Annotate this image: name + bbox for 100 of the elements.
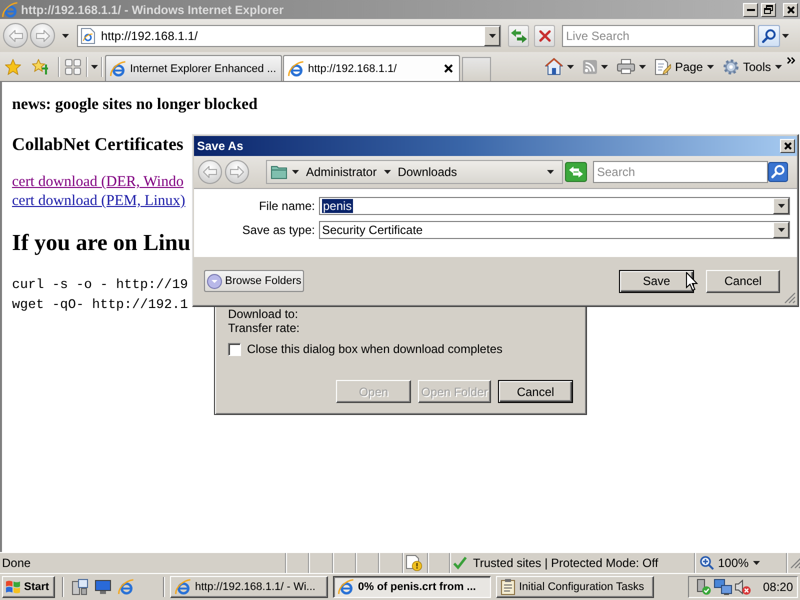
quick-tabs-button[interactable]	[63, 56, 83, 76]
home-icon	[544, 58, 563, 75]
volume-muted-icon[interactable]	[735, 579, 751, 595]
restore-icon	[764, 5, 773, 14]
status-text: Done	[1, 555, 32, 572]
close-button[interactable]	[780, 139, 795, 153]
checklist-icon	[501, 579, 515, 595]
browser-icon	[110, 60, 126, 76]
browser-tab[interactable]: http://192.168.1.1/	[283, 55, 460, 81]
caret-icon[interactable]	[547, 170, 554, 174]
stop-button[interactable]	[534, 24, 555, 46]
refresh-icon[interactable]	[565, 162, 587, 182]
device-check-icon[interactable]	[695, 579, 711, 595]
clock: 08:20	[762, 580, 793, 594]
address-field[interactable]: http://192.168.1.1/	[77, 24, 501, 46]
file-type-field[interactable]: Security Certificate	[319, 221, 790, 239]
restore-button[interactable]	[761, 2, 776, 16]
checkbox[interactable]	[228, 342, 241, 356]
field-label: Download to:	[228, 307, 298, 321]
selected-text: penis	[322, 199, 353, 213]
dialog-button[interactable]: Cancel	[706, 270, 780, 292]
taskbar-button[interactable]: Initial Configuration Tasks	[496, 576, 654, 598]
caret-icon[interactable]	[384, 170, 391, 174]
command-text: curl -s -o - http://19	[12, 277, 188, 295]
caret-icon[interactable]	[292, 170, 299, 174]
caret-icon	[90, 64, 98, 68]
caret-icon	[600, 64, 608, 68]
network-icon[interactable]	[714, 579, 732, 595]
file-name-field[interactable]: penis	[319, 197, 790, 215]
browse-folders-button[interactable]: Browse Folders	[204, 270, 304, 292]
close-button[interactable]	[783, 2, 798, 16]
dialog-button[interactable]: Save	[619, 270, 694, 292]
chevron-down-icon	[207, 274, 222, 288]
browser-icon	[175, 579, 191, 595]
checkbox-label[interactable]: Close this dialog box when download completes	[247, 342, 502, 356]
minimize-icon	[746, 8, 754, 10]
dropdown-button[interactable]	[773, 222, 789, 238]
search-icon	[762, 28, 776, 42]
command-text: wget -qO- http://192.1	[12, 297, 188, 315]
caret-icon	[706, 64, 714, 68]
page-icon	[81, 28, 95, 44]
caret-icon	[778, 228, 784, 232]
caret-icon	[775, 64, 782, 68]
close-icon	[784, 142, 792, 150]
folder-icon	[271, 165, 287, 179]
chevrons-icon[interactable]	[787, 57, 795, 64]
home-button[interactable]	[544, 56, 575, 78]
arrow-right-icon	[230, 166, 244, 178]
breadcrumb-item[interactable]: Administrator	[304, 163, 379, 181]
zoom-icon	[700, 556, 714, 570]
taskbar-button[interactable]: http://192.168.1.1/ - Wi...	[170, 576, 328, 598]
start-button[interactable]: Start	[2, 576, 55, 598]
page-menu-button[interactable]: Page	[654, 56, 715, 78]
zoom-button[interactable]: 100%	[698, 554, 762, 572]
browser-icon[interactable]	[118, 579, 134, 595]
news-text: news: google sites no longer blocked	[12, 95, 258, 115]
caret-icon	[638, 64, 646, 68]
page-heading: CollabNet Certificates	[12, 133, 184, 155]
cursor-icon	[686, 272, 698, 291]
computer-icon[interactable]	[72, 579, 88, 595]
browser-icon	[288, 60, 304, 76]
arrow-left-icon	[8, 30, 22, 42]
caret-icon	[778, 204, 784, 208]
caret-icon	[752, 561, 760, 565]
grid-icon	[65, 58, 81, 74]
printer-icon	[616, 59, 635, 74]
taskbar-button[interactable]: 0% of penis.crt from ...	[333, 576, 491, 598]
section-heading: If you are on Linu	[12, 229, 191, 257]
search-field[interactable]: Search	[593, 161, 768, 183]
dialog-title: Save As	[197, 139, 244, 153]
search-field[interactable]: Live Search	[562, 24, 755, 46]
dialog-button[interactable]: Cancel	[498, 380, 573, 403]
check-icon	[453, 556, 467, 570]
search-button[interactable]	[758, 24, 780, 46]
browser-tab[interactable]: Internet Explorer Enhanced ...	[105, 55, 282, 81]
breadcrumb-bar[interactable]: Administrator Downloads	[266, 160, 563, 184]
dropdown-button[interactable]	[484, 26, 500, 46]
close-icon[interactable]	[444, 64, 453, 73]
tools-menu-button[interactable]: Tools	[722, 56, 783, 78]
refresh-icon	[510, 28, 526, 42]
dropdown-button[interactable]	[773, 198, 789, 214]
breadcrumb-item[interactable]: Downloads	[396, 163, 460, 181]
field-label: File name:	[258, 199, 315, 213]
download-link[interactable]: cert download (DER, Windo	[12, 173, 184, 192]
refresh-button[interactable]	[508, 24, 529, 46]
caret-icon	[488, 34, 496, 38]
page-icon	[654, 58, 671, 74]
security-zone-text: Trusted sites | Protected Mode: Off	[473, 556, 658, 570]
desktop-icon[interactable]	[95, 580, 111, 594]
search-icon[interactable]	[768, 162, 788, 182]
minimize-button[interactable]	[743, 2, 758, 16]
feed-icon	[582, 60, 597, 74]
settings-icon	[722, 58, 739, 74]
download-link[interactable]: cert download (PEM, Linux)	[12, 192, 186, 211]
caret-icon	[566, 64, 574, 68]
resize-grip-icon	[790, 557, 800, 569]
browser-icon	[338, 579, 354, 595]
arrow-right-icon	[36, 30, 50, 42]
caret-icon	[782, 34, 788, 38]
field-label: Save as type:	[241, 223, 315, 237]
